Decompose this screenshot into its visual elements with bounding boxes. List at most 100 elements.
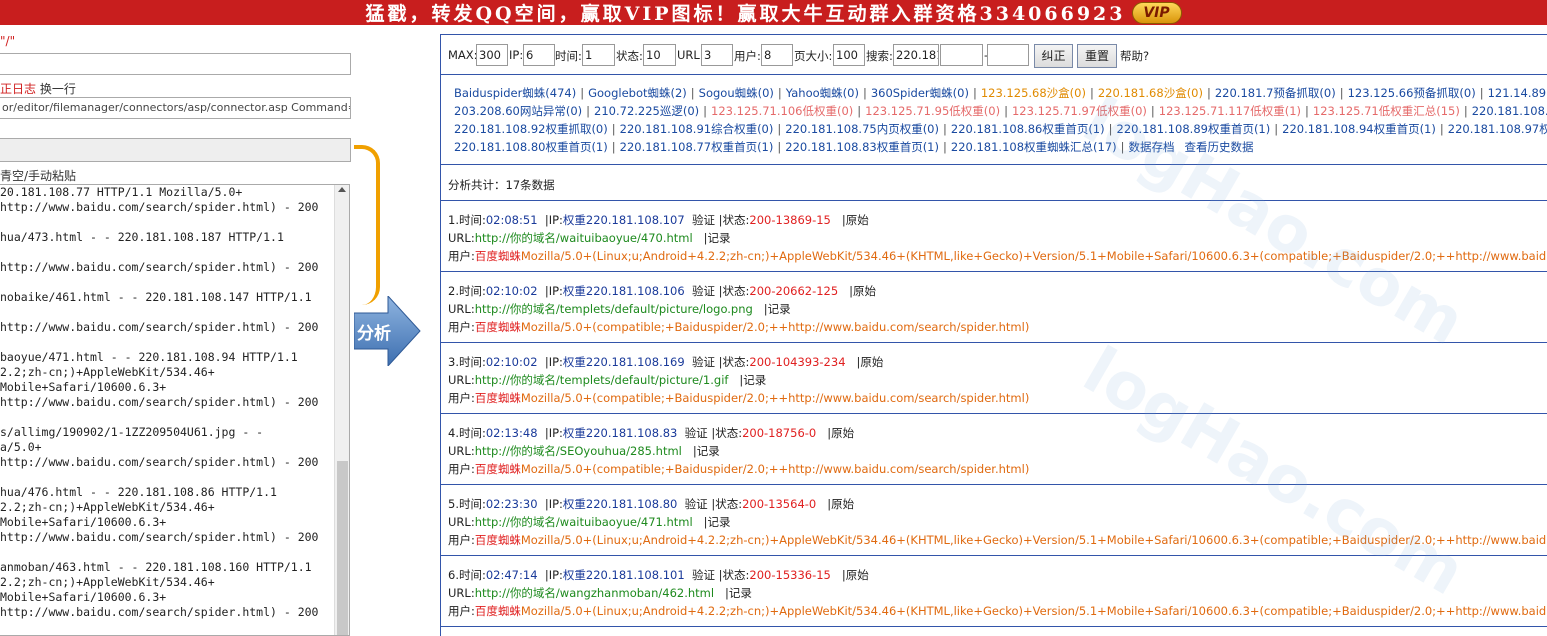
time-input[interactable]: 1: [582, 44, 615, 66]
pagesize-input[interactable]: 100: [833, 44, 865, 66]
spider-filter-link[interactable]: 220.181.68沙盒(0): [1098, 86, 1203, 100]
record-url[interactable]: http://你的域名/waituibaoyue/471.html: [475, 515, 693, 529]
spider-name[interactable]: 百度蜘蛛: [475, 533, 521, 547]
spider-filter-link[interactable]: 220.181.108.94权重首页(1): [1282, 122, 1436, 136]
spider-filter-link[interactable]: 123.125.71.106低权重(0): [711, 104, 853, 118]
scroll-up-icon[interactable]: [338, 187, 346, 192]
user-input[interactable]: 8: [761, 44, 793, 66]
record-log-link[interactable]: |记录: [739, 373, 766, 387]
spider-filter-link[interactable]: 123.125.71.97低权重(0): [1012, 104, 1147, 118]
spider-name[interactable]: 百度蜘蛛: [475, 391, 521, 405]
spider-filter-link[interactable]: 220.181.108.92权重抓取(0): [454, 122, 608, 136]
raw-link[interactable]: |原始: [849, 284, 876, 298]
raw-link[interactable]: |原始: [827, 426, 854, 440]
record-user-agent[interactable]: Mozilla/5.0+(Linux;u;Android+4.2.2;zh-cn…: [521, 249, 1547, 263]
connector-input[interactable]: or/editor/filemanager/connectors/asp/con…: [0, 97, 351, 119]
url-input[interactable]: 3: [701, 44, 733, 66]
record-url[interactable]: http://你的域名/templets/default/picture/1.g…: [475, 373, 729, 387]
log-link[interactable]: 正日志: [0, 82, 36, 96]
spider-name[interactable]: 百度蜘蛛: [475, 604, 521, 618]
record-time[interactable]: 02:23:30: [486, 497, 538, 511]
record-time[interactable]: 02:10:02: [486, 284, 538, 298]
record-user-agent[interactable]: Mozilla/5.0+(compatible;+Baiduspider/2.0…: [521, 462, 1029, 476]
spider-filter-link[interactable]: 220.181.108.80权重首页(1): [454, 140, 608, 154]
record-ip[interactable]: 权重220.181.108.107: [563, 213, 685, 227]
record-status[interactable]: 200-13869-15: [749, 213, 830, 227]
ip-input[interactable]: 6: [523, 44, 555, 66]
max-input[interactable]: 300: [476, 44, 508, 66]
spider-filter-link[interactable]: 220.181.108.83权重首页(1): [785, 140, 939, 154]
status-input[interactable]: 10: [643, 44, 676, 66]
record-log-link[interactable]: |记录: [704, 231, 731, 245]
record-status[interactable]: 200-104393-234: [749, 355, 845, 369]
record-ip[interactable]: 权重220.181.108.80: [563, 497, 677, 511]
spider-filter-link[interactable]: 123.125.71.117低权重(1): [1159, 104, 1301, 118]
spider-filter-link[interactable]: 360Spider蜘蛛(0): [871, 86, 969, 100]
spider-name[interactable]: 百度蜘蛛: [475, 320, 521, 334]
record-ip[interactable]: 权重220.181.108.106: [563, 284, 685, 298]
record-ip[interactable]: 权重220.181.108.83: [563, 426, 677, 440]
record-user-agent[interactable]: Mozilla/5.0+(compatible;+Baiduspider/2.0…: [521, 391, 1029, 405]
spider-filter-link[interactable]: Sogou蜘蛛(0): [699, 86, 774, 100]
paste-dropzone[interactable]: [0, 138, 351, 162]
fix-button[interactable]: 纠正: [1034, 44, 1073, 68]
reset-button[interactable]: 重置: [1077, 44, 1117, 68]
verify-link[interactable]: 验证: [692, 568, 715, 582]
verify-link[interactable]: 验证: [692, 284, 715, 298]
verify-link[interactable]: 验证: [685, 497, 708, 511]
spider-filter-link[interactable]: 203.208.60网站异常(0): [454, 104, 582, 118]
spider-filter-link[interactable]: 123.125.71.95低权重(0): [865, 104, 1000, 118]
record-time[interactable]: 02:08:51: [486, 213, 538, 227]
record-time[interactable]: 02:10:02: [486, 355, 538, 369]
record-user-agent[interactable]: Mozilla/5.0+(Linux;u;Android+4.2.2;zh-cn…: [521, 533, 1547, 547]
spider-filter-link[interactable]: Googlebot蜘蛛(2): [588, 86, 687, 100]
spider-name[interactable]: 百度蜘蛛: [475, 249, 521, 263]
spider-filter-link[interactable]: 220.181.108.91综合权重(0): [620, 122, 774, 136]
record-url[interactable]: http://你的域名/SEOyouhua/285.html: [475, 444, 682, 458]
spider-filter-link[interactable]: 220.181.108.75内页权重(0): [785, 122, 939, 136]
spider-filter-link[interactable]: 210.72.225巡逻(0): [594, 104, 699, 118]
clear-paste-label[interactable]: 青空/手动粘贴: [0, 167, 76, 184]
spider-filter-link[interactable]: 220.181.108.86权重首页(1): [951, 122, 1105, 136]
search-range-start-input[interactable]: [940, 44, 983, 66]
record-ip[interactable]: 权重220.181.108.101: [563, 568, 685, 582]
record-log-link[interactable]: |记录: [693, 444, 720, 458]
spider-filter-link[interactable]: Baiduspider蜘蛛(474): [454, 86, 576, 100]
log-textarea[interactable]: 20.181.108.77 HTTP/1.1 Mozilla/5.0+ http:…: [0, 184, 350, 636]
raw-link[interactable]: |原始: [856, 355, 883, 369]
search-input[interactable]: 220.181.: [893, 44, 939, 66]
spider-filter-link[interactable]: 220.181.108权重蜘蛛汇总(17): [951, 140, 1117, 154]
record-status[interactable]: 200-15336-15: [749, 568, 830, 582]
spider-filter-link[interactable]: 数据存档: [1129, 140, 1175, 154]
record-status[interactable]: 200-18756-0: [742, 426, 816, 440]
record-url[interactable]: http://你的域名/waituibaoyue/470.html: [475, 231, 693, 245]
spider-filter-link[interactable]: 220.181.108.95降: [1472, 104, 1547, 118]
spider-filter-link[interactable]: 123.125.66预备抓取(0): [1348, 86, 1476, 100]
verify-link[interactable]: 验证: [692, 213, 715, 227]
spider-filter-link[interactable]: 123.125.71低权重汇总(15): [1313, 104, 1460, 118]
record-time[interactable]: 02:13:48: [486, 426, 538, 440]
record-ip[interactable]: 权重220.181.108.169: [563, 355, 685, 369]
record-status[interactable]: 200-20662-125: [749, 284, 838, 298]
scrollbar-thumb[interactable]: [337, 461, 348, 635]
spider-name[interactable]: 百度蜘蛛: [475, 462, 521, 476]
spider-filter-link[interactable]: 121.14.89k: [1488, 86, 1547, 100]
record-url[interactable]: http://你的域名/wangzhanmoban/462.html: [475, 586, 714, 600]
spider-filter-link[interactable]: Yahoo蜘蛛(0): [786, 86, 859, 100]
raw-link[interactable]: |原始: [827, 497, 854, 511]
spider-filter-link[interactable]: 查看历史数据: [1185, 140, 1254, 154]
newline-option[interactable]: 正日志 换一行: [0, 80, 76, 97]
verify-link[interactable]: 验证: [685, 426, 708, 440]
spider-filter-link[interactable]: 220.181.108.77权重首页(1): [620, 140, 774, 154]
help-link[interactable]: 帮助?: [1120, 48, 1149, 64]
verify-link[interactable]: 验证: [692, 355, 715, 369]
record-log-link[interactable]: |记录: [704, 515, 731, 529]
record-user-agent[interactable]: Mozilla/5.0+(compatible;+Baiduspider/2.0…: [521, 320, 1029, 334]
promo-banner[interactable]: 猛戳，转发QQ空间，赢取VIP图标！赢取大牛互动群入群资格334066923 V…: [0, 0, 1547, 25]
spider-filter-link[interactable]: 123.125.68沙盒(0): [981, 86, 1086, 100]
banner-text[interactable]: 猛戳，转发QQ空间，赢取VIP图标！赢取大牛互动群入群资格334066923: [365, 0, 1125, 26]
spider-filter-link[interactable]: 220.181.108.97权重首: [1448, 122, 1547, 136]
record-log-link[interactable]: |记录: [725, 586, 752, 600]
log-scrollbar[interactable]: [334, 185, 349, 635]
record-log-link[interactable]: |记录: [764, 302, 791, 316]
